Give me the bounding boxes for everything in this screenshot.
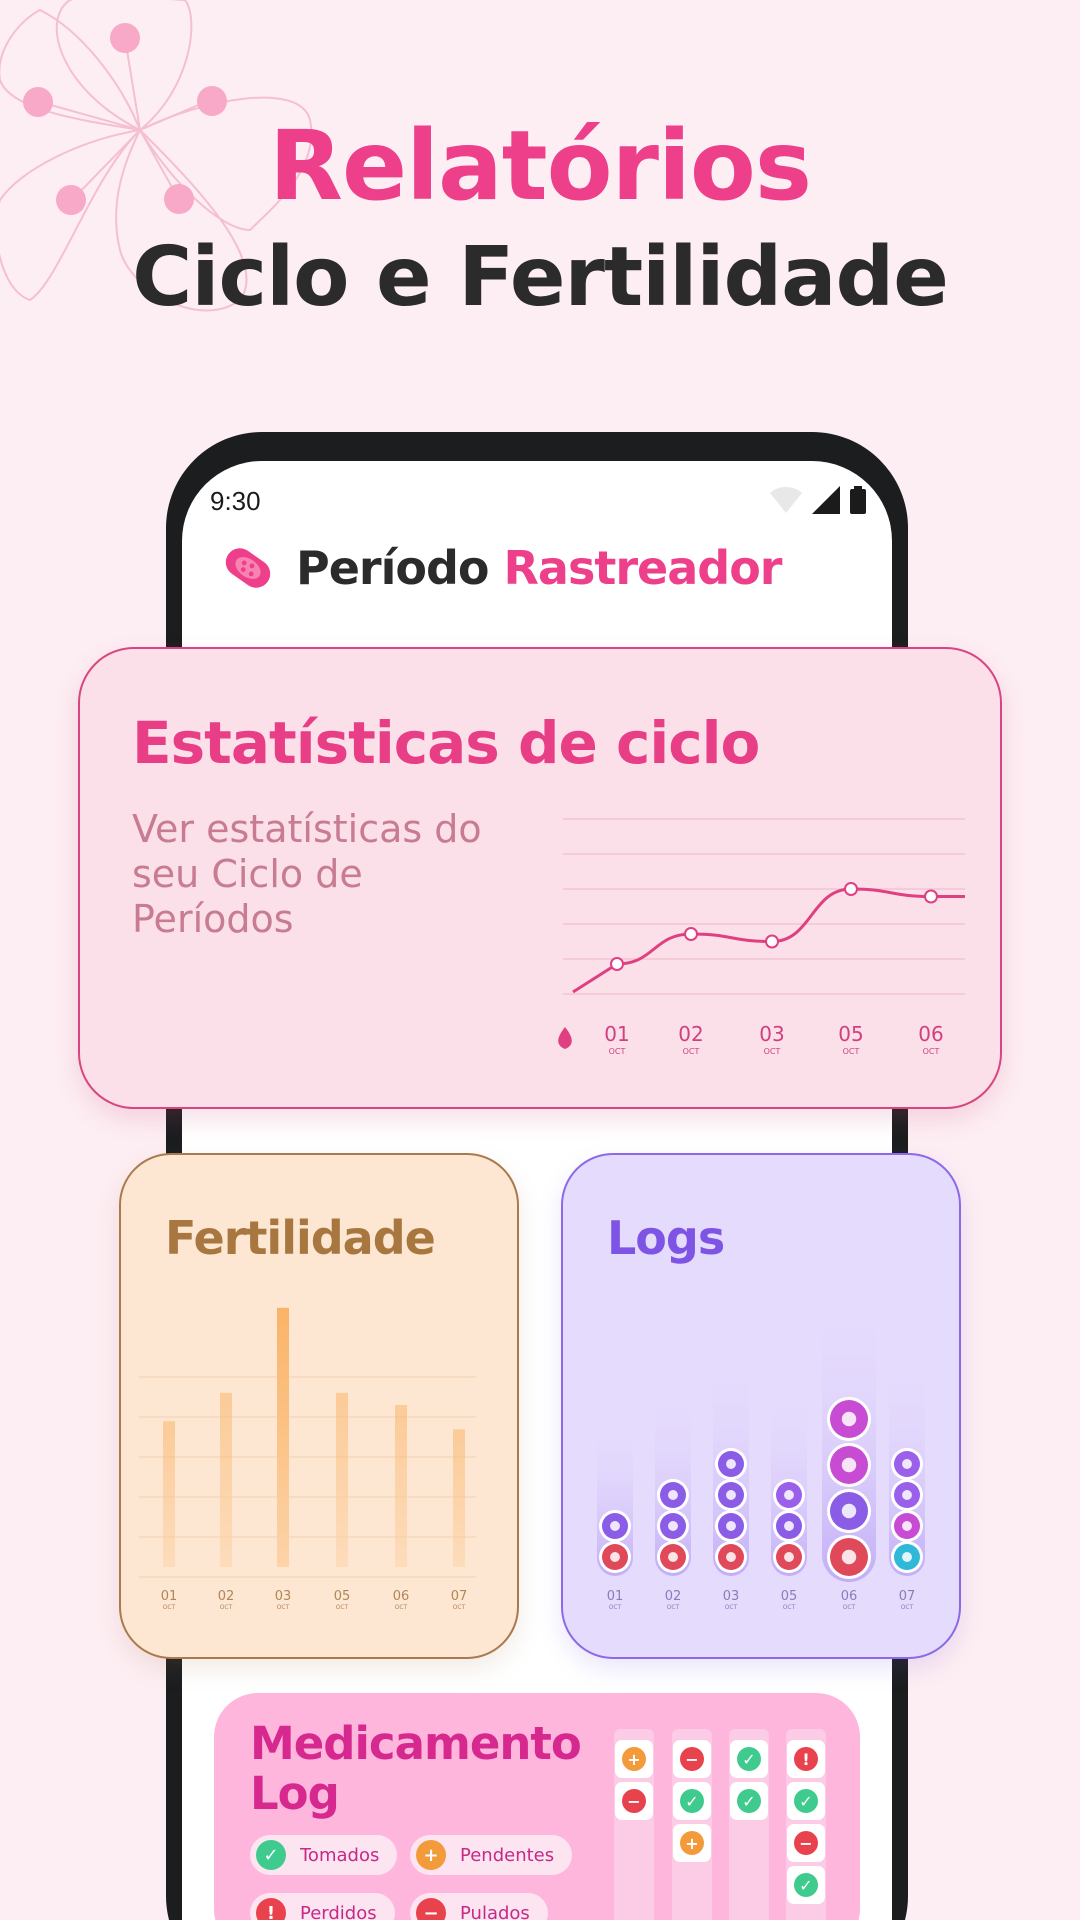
stats-title: Estatísticas de ciclo [132,709,760,777]
app-header: Período Rastreador [220,540,782,596]
minus-glyph: − [685,1750,698,1769]
hero-title: Relatórios [269,110,812,222]
app-name-part2: Rastreador [503,541,783,595]
drop-icon-glyph [784,1552,794,1562]
cycle-stats-card[interactable]: Estatísticas de ciclo Ver estatísticas d… [78,647,1002,1109]
x-tick-label: 01 [607,1589,624,1604]
wifi-icon [770,487,802,513]
x-tick-label: 03 [759,1022,784,1046]
check-glyph: ✓ [799,1792,812,1811]
data-point [610,957,624,971]
x-tick-label: 02 [218,1589,235,1604]
fertility-bar [163,1421,175,1567]
plus-glyph: + [685,1834,698,1853]
logs-card[interactable]: Logs 01 OCT 02 OCT 03 OCT 05 OCT 06 OCT 07 OCT [561,1153,961,1659]
x-tick-sublabel: OCT [220,1604,233,1611]
minus-glyph: − [799,1834,812,1853]
x-tick-label: 05 [334,1589,351,1604]
x-tick-sublabel: OCT [609,1604,622,1611]
data-point [924,889,938,904]
x-tick-sublabel: OCT [453,1604,466,1611]
smile-icon-glyph [784,1490,794,1500]
smile-icon-glyph [902,1490,912,1500]
sex-icon-glyph [841,1457,857,1473]
hero-subtitle: Ciclo e Fertilidade [132,230,949,325]
x-tick-sublabel: OCT [843,1047,860,1056]
x-tick-label: 07 [899,1589,916,1604]
check-glyph: ✓ [742,1750,755,1769]
fertility-bar [395,1405,407,1567]
smile-icon-glyph [902,1459,912,1469]
status-icons [770,486,866,514]
drop-icon-glyph [668,1552,678,1562]
x-tick-label: 05 [838,1022,863,1046]
x-tick-label: 06 [393,1589,410,1604]
x-tick-label: 05 [781,1589,798,1604]
x-tick-sublabel: OCT [923,1047,940,1056]
data-point [684,927,698,941]
x-tick-label: 06 [841,1589,858,1604]
battery-icon [850,486,866,514]
face-icon-glyph [784,1521,794,1531]
stats-description: Ver estatísticas do seu Ciclo de Período… [132,807,482,941]
x-tick-sublabel: OCT [336,1604,349,1611]
exclamation-glyph: ! [802,1750,809,1769]
minus-glyph: − [627,1792,640,1811]
x-tick-sublabel: OCT [277,1604,290,1611]
check-glyph: ✓ [799,1876,812,1895]
x-tick-sublabel: OCT [843,1604,856,1611]
x-tick-sublabel: OCT [395,1604,408,1611]
check-glyph: ✓ [742,1792,755,1811]
drop-icon [558,1027,572,1049]
app-name-part1: Período [296,541,489,595]
drop-icon-glyph [726,1552,736,1562]
x-tick-label: 02 [665,1589,682,1604]
check-glyph: ✓ [685,1792,698,1811]
fertility-bar-chart: 01OCT02OCT03OCT05OCT06OCT07OCT [139,1307,476,1611]
x-tick-sublabel: OCT [901,1604,914,1611]
x-tick-sublabel: OCT [609,1047,626,1056]
fertility-bar [277,1307,289,1567]
drop-icon-glyph [610,1552,620,1562]
x-tick-label: 06 [918,1022,943,1046]
x-tick-sublabel: OCT [764,1047,781,1056]
medication-grid: + − − ✓ + ✓ ✓! ✓ − ✓ [614,1729,826,1920]
sleep-icon-glyph [726,1459,736,1469]
signal-icon [812,486,840,514]
pills-icon-glyph [841,1549,857,1565]
sex-icon-glyph [902,1521,912,1531]
x-tick-sublabel: OCT [667,1604,680,1611]
fertility-card[interactable]: Fertilidade 01 OCT 02 OCT 03 OCT 05 OCT 06 OCT 07 O… [119,1153,519,1659]
x-tick-sublabel: OCT [163,1604,176,1611]
fertility-bar [220,1392,232,1567]
dress-icon-glyph [726,1490,736,1500]
pad-icon [225,548,271,588]
x-tick-label: 07 [451,1589,468,1604]
data-point [844,882,858,896]
x-tick-sublabel: OCT [683,1047,700,1056]
cycle-line-chart: 01OCT02OCT03OCT05OCT06OCT07OCT [558,818,965,1056]
x-tick-label: 01 [161,1589,178,1604]
face-icon-glyph [610,1521,620,1531]
wine-icon-glyph [841,1411,857,1427]
app-name: Período Rastreador [296,541,782,595]
dress-icon-glyph [726,1521,736,1531]
face-icon-glyph [841,1503,857,1519]
sport-icon-glyph [668,1490,678,1500]
x-tick-sublabel: OCT [725,1604,738,1611]
medication-card[interactable]: Medicamento Log ✓ Tomados + Pendentes ! … [214,1693,860,1920]
x-tick-label: 01 [604,1022,629,1046]
x-tick-label: 02 [678,1022,703,1046]
pad-icon-glyph [668,1521,678,1531]
x-tick-label: 03 [275,1589,292,1604]
logs-chart: 01OCT02OCT03OCT05OCT06OCT07OCT [597,1303,925,1611]
shield-icon-glyph [902,1552,912,1562]
data-point [765,934,779,949]
x-tick-label: 03 [723,1589,740,1604]
status-time: 9:30 [210,486,261,516]
x-tick-sublabel: OCT [783,1604,796,1611]
fertility-bar [453,1429,465,1567]
fertility-bar [336,1392,348,1567]
plus-glyph: + [627,1750,640,1769]
